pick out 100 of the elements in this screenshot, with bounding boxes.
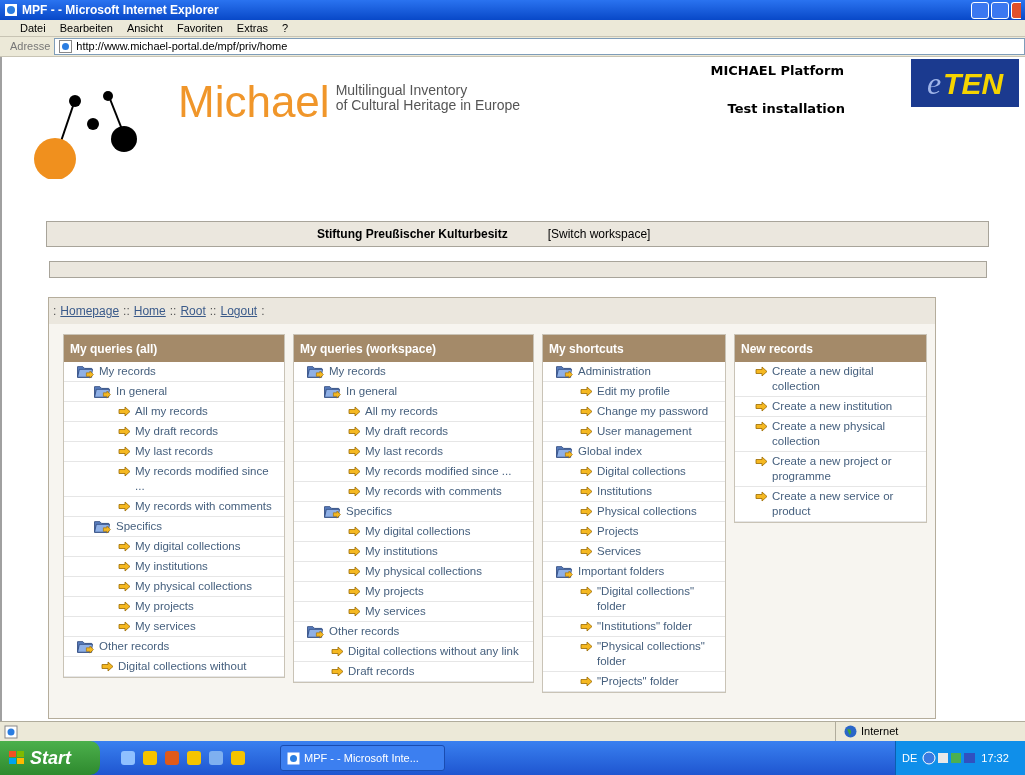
link-item[interactable]: My last records xyxy=(294,442,533,462)
browser-icon xyxy=(287,751,300,765)
link-item[interactable]: My institutions xyxy=(64,557,284,577)
link-item[interactable]: My physical collections xyxy=(294,562,533,582)
breadcrumb-link[interactable]: Homepage xyxy=(60,302,120,320)
arrow-icon xyxy=(118,621,131,632)
quick-launch-icon[interactable] xyxy=(230,750,246,766)
menu-item[interactable]: Favoriten xyxy=(177,19,223,37)
folder-item[interactable]: Important folders xyxy=(543,562,725,582)
folder-item[interactable]: Other records xyxy=(64,637,284,657)
link-item[interactable]: Digital collections xyxy=(543,462,725,482)
link-item[interactable]: My institutions xyxy=(294,542,533,562)
link-item[interactable]: All my records xyxy=(294,402,533,422)
arrow-icon xyxy=(755,456,768,467)
link-item[interactable]: My draft records xyxy=(64,422,284,442)
folder-item[interactable]: My records xyxy=(294,362,533,382)
folder-icon xyxy=(306,624,325,639)
link-item[interactable]: Edit my profile xyxy=(543,382,725,402)
restore-button[interactable] xyxy=(991,1,1009,19)
quick-launch-icon[interactable] xyxy=(142,750,158,766)
arrow-icon xyxy=(348,546,361,557)
link-item[interactable]: "Physical collections" folder xyxy=(543,637,725,672)
link-item[interactable]: Projects xyxy=(543,522,725,542)
arrow-icon xyxy=(348,606,361,617)
folder-item[interactable]: Global index xyxy=(543,442,725,462)
link-item[interactable]: My physical collections xyxy=(64,577,284,597)
link-item[interactable]: Draft records xyxy=(294,662,533,682)
breadcrumb-link[interactable]: Root xyxy=(180,302,206,320)
breadcrumb-separator: : xyxy=(53,303,57,320)
browser-icon xyxy=(4,3,18,17)
minimize-button[interactable] xyxy=(971,1,989,19)
link-item[interactable]: My records modified since ... xyxy=(294,462,533,482)
folder-icon xyxy=(323,384,342,399)
folder-item[interactable]: Other records xyxy=(294,622,533,642)
quick-launch-icon[interactable] xyxy=(120,750,136,766)
breadcrumb-link[interactable]: Logout xyxy=(220,302,258,320)
close-button[interactable] xyxy=(1011,1,1021,19)
column-header: My queries (workspace) xyxy=(294,335,533,362)
link-item[interactable]: All my records xyxy=(64,402,284,422)
link-item[interactable]: User management xyxy=(543,422,725,442)
folder-item[interactable]: Administration xyxy=(543,362,725,382)
link-item[interactable]: My records with comments xyxy=(294,482,533,502)
arrow-icon xyxy=(348,426,361,437)
breadcrumb-link[interactable]: Home xyxy=(133,302,166,320)
menu-item[interactable]: Bearbeiten xyxy=(59,19,113,37)
arrow-icon xyxy=(755,421,768,432)
workspace-name: Stiftung Preußischer Kulturbesitz xyxy=(317,226,508,243)
folder-icon xyxy=(76,639,95,654)
folder-item[interactable]: Specifics xyxy=(64,517,284,537)
folder-item[interactable]: Specifics xyxy=(294,502,533,522)
menu-item[interactable]: Extras xyxy=(236,19,269,37)
platform-title: MICHAEL Platform xyxy=(710,62,844,80)
switch-workspace-link[interactable]: [Switch workspace] xyxy=(547,225,651,243)
arrow-icon xyxy=(118,501,131,512)
folder-icon xyxy=(555,564,574,579)
arrow-icon xyxy=(118,406,131,417)
link-item[interactable]: My services xyxy=(294,602,533,622)
folder-item[interactable]: In general xyxy=(294,382,533,402)
arrow-icon xyxy=(118,541,131,552)
link-item[interactable]: "Projects" folder xyxy=(543,672,725,692)
link-item[interactable]: Create a new physical collection xyxy=(735,417,926,452)
menu-item[interactable]: ? xyxy=(282,19,289,37)
link-item[interactable]: Create a new digital collection xyxy=(735,362,926,397)
arrow-icon xyxy=(348,406,361,417)
link-item[interactable]: Digital collections without any link xyxy=(294,642,533,662)
link-item[interactable]: My digital collections xyxy=(64,537,284,557)
link-item[interactable]: Institutions xyxy=(543,482,725,502)
address-field[interactable]: http://www.michael-portal.de/mpf/priv/home xyxy=(54,38,1025,55)
address-label: Adresse xyxy=(10,39,51,55)
link-item[interactable]: Services xyxy=(543,542,725,562)
link-item[interactable]: Physical collections xyxy=(543,502,725,522)
link-item[interactable]: My draft records xyxy=(294,422,533,442)
quick-launch-icon[interactable] xyxy=(186,750,202,766)
menu-item[interactable]: Ansicht xyxy=(126,19,163,37)
link-item[interactable]: Create a new institution xyxy=(735,397,926,417)
link-item[interactable]: My digital collections xyxy=(294,522,533,542)
link-item[interactable]: My records modified since ... xyxy=(64,462,284,497)
quick-launch-icon[interactable] xyxy=(208,750,224,766)
breadcrumb-separator: :: xyxy=(209,303,217,320)
arrow-icon xyxy=(101,661,114,672)
link-item[interactable]: Change my password xyxy=(543,402,725,422)
folder-icon xyxy=(323,504,342,519)
folder-item[interactable]: My records xyxy=(64,362,284,382)
folder-icon xyxy=(306,364,325,379)
link-item[interactable]: "Institutions" folder xyxy=(543,617,725,637)
installation-label: Test installation xyxy=(727,99,845,118)
menu-item[interactable]: Datei xyxy=(20,19,46,37)
link-item[interactable]: My projects xyxy=(64,597,284,617)
link-item[interactable]: My last records xyxy=(64,442,284,462)
link-item[interactable]: "Digital collections" folder xyxy=(543,582,725,617)
link-item[interactable]: Digital collections without xyxy=(64,657,284,677)
link-item[interactable]: My records with comments xyxy=(64,497,284,517)
link-item[interactable]: My projects xyxy=(294,582,533,602)
folder-item[interactable]: In general xyxy=(64,382,284,402)
link-item[interactable]: Create a new project or programme xyxy=(735,452,926,487)
taskbar-window-button[interactable]: MPF - - Microsoft Inte... xyxy=(280,745,445,771)
arrow-icon xyxy=(580,621,593,632)
arrow-icon xyxy=(331,646,344,657)
link-item[interactable]: Create a new service or product xyxy=(735,487,926,522)
link-item[interactable]: My services xyxy=(64,617,284,637)
